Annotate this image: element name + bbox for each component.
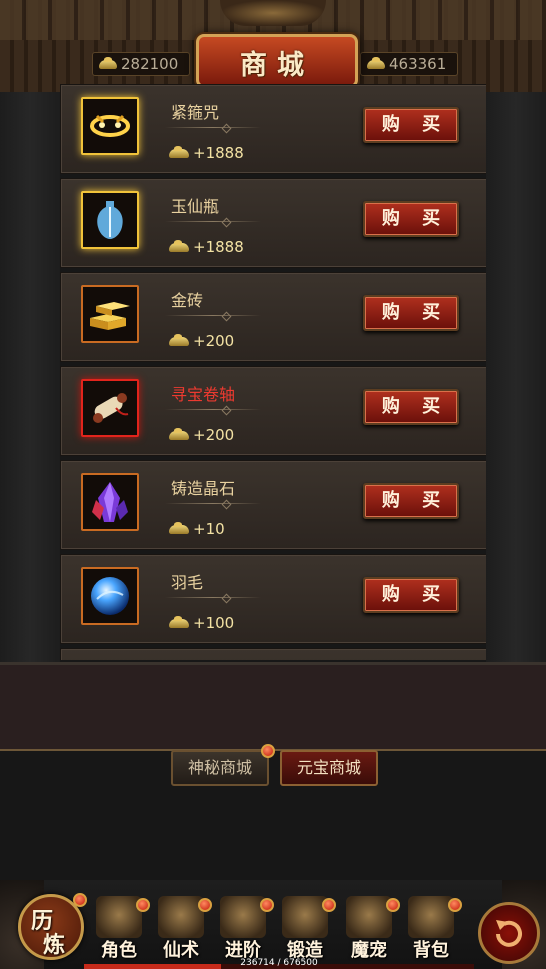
pillar-right — [486, 92, 546, 662]
item-name: 寻宝卷轴 — [171, 385, 236, 404]
tab-yuanbao-shop[interactable]: 元宝商城 — [280, 750, 378, 786]
shop-item-row: 金砖 +200 购 买 — [60, 272, 486, 362]
item-name: 玉仙瓶 — [171, 197, 220, 216]
tab-label: 神秘商城 — [187, 758, 252, 777]
item-price: +200 — [169, 331, 234, 351]
item-price-value: 200 — [205, 426, 235, 444]
ingot-icon — [169, 522, 189, 534]
lilian-label-2: 炼 — [43, 933, 66, 958]
item-name: 羽毛 — [171, 573, 204, 592]
bag-icon — [408, 896, 454, 938]
return-button[interactable] — [478, 902, 540, 964]
shop-item-row: 寻宝卷轴 +200 购 买 — [60, 366, 486, 456]
shop-item-row: 玉仙瓶 +1888 购 买 — [60, 178, 486, 268]
notification-dot-icon — [261, 744, 275, 758]
scroll-icon — [220, 896, 266, 938]
item-price-value: 1888 — [205, 238, 244, 256]
item-price: +1888 — [169, 237, 244, 257]
notification-dot-icon — [448, 898, 462, 912]
ingot-icon — [169, 240, 189, 252]
item-price-value: 100 — [205, 614, 235, 632]
nav-role-button[interactable]: 角色 — [88, 896, 150, 961]
ingot-icon — [169, 616, 189, 628]
pet-icon — [346, 896, 392, 938]
item-name: 紧箍咒 — [171, 103, 220, 122]
currency-left: 282100 — [92, 52, 190, 76]
ingot-icon — [367, 57, 385, 69]
notification-dot-icon — [198, 898, 212, 912]
lilian-button[interactable]: 历 炼 — [18, 893, 87, 960]
spellbook-icon — [158, 896, 204, 938]
roof-ornament — [220, 0, 326, 26]
experience-text: 236714 / 676500 — [240, 958, 318, 968]
shop-item-list[interactable]: 紧箍咒 +1888 购 买 玉仙瓶 +1888 购 买 金砖 +200 购 买 — [60, 84, 486, 660]
page-title: 商城 — [240, 50, 314, 81]
golden-circlet-icon[interactable] — [81, 97, 139, 155]
title-plaque: 商城 — [196, 34, 358, 88]
item-price-value: 200 — [205, 332, 235, 350]
nav-spell-button[interactable]: 仙术 — [150, 896, 212, 961]
item-price: +10 — [169, 519, 225, 539]
item-price: +1888 — [169, 143, 244, 163]
blue-orb-icon[interactable] — [81, 567, 139, 625]
shop-screen: 282100 463361 商城 紧箍咒 +1888 购 买 玉仙瓶 +1888… — [0, 0, 546, 969]
shop-item-row: 铸造晶石 +10 购 买 — [60, 460, 486, 550]
divider — [165, 315, 261, 316]
bottom-nav: 历 炼 角色 仙术 进阶 锻造 魔宠 背包 — [0, 880, 546, 969]
nav-pet-button[interactable]: 魔宠 — [338, 896, 400, 961]
divider — [165, 127, 261, 128]
notification-dot-icon — [260, 898, 274, 912]
ingot-icon — [169, 334, 189, 346]
divider — [165, 409, 261, 410]
divider — [165, 221, 261, 222]
buy-button[interactable]: 购 买 — [363, 295, 459, 331]
item-price: +100 — [169, 613, 234, 633]
divider — [165, 597, 261, 598]
jade-vase-icon[interactable] — [81, 191, 139, 249]
notification-dot-icon — [386, 898, 400, 912]
ingot-icon — [99, 57, 117, 69]
pillar-left — [0, 92, 60, 662]
gold-bricks-icon[interactable] — [81, 285, 139, 343]
notification-dot-icon — [136, 898, 150, 912]
treasure-scroll-icon[interactable] — [81, 379, 139, 437]
armor-icon — [96, 896, 142, 938]
divider — [165, 503, 261, 504]
item-price-value: 10 — [205, 520, 225, 538]
return-arrow-icon — [496, 920, 522, 947]
tab-mystery-shop[interactable]: 神秘商城 — [171, 744, 275, 786]
anvil-icon — [282, 896, 328, 938]
buy-button[interactable]: 购 买 — [363, 483, 459, 519]
shop-item-row: 羽毛 +100 购 买 — [60, 554, 486, 644]
content-panel — [0, 662, 546, 751]
notification-dot-icon — [322, 898, 336, 912]
forging-crystal-icon[interactable] — [81, 473, 139, 531]
buy-button[interactable]: 购 买 — [363, 577, 459, 613]
shop-item-row-partial — [60, 648, 486, 660]
nav-advance-button[interactable]: 进阶 — [212, 896, 274, 961]
buy-button[interactable]: 购 买 — [363, 107, 459, 143]
ingot-icon — [169, 428, 189, 440]
buy-button[interactable]: 购 买 — [363, 201, 459, 237]
nav-bag-button[interactable]: 背包 — [400, 896, 462, 961]
ingot-icon — [169, 146, 189, 158]
currency-right: 463361 — [360, 52, 458, 76]
tab-label: 元宝商城 — [296, 758, 361, 777]
currency-left-value: 282100 — [121, 55, 179, 73]
item-name: 金砖 — [171, 291, 204, 310]
buy-button[interactable]: 购 买 — [363, 389, 459, 425]
shop-item-row: 紧箍咒 +1888 购 买 — [60, 84, 486, 174]
nav-forge-button[interactable]: 锻造 — [274, 896, 336, 961]
item-price-value: 1888 — [205, 144, 244, 162]
item-price: +200 — [169, 425, 234, 445]
notification-dot-icon — [73, 893, 87, 907]
item-name: 铸造晶石 — [171, 479, 236, 498]
currency-right-value: 463361 — [389, 55, 447, 73]
